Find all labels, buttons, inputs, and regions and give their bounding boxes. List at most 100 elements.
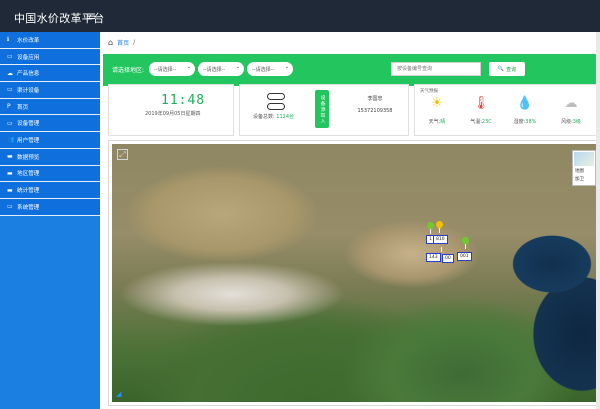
weather-label: 风级:	[561, 119, 573, 125]
monitor-icon: ▭	[7, 203, 13, 211]
select-value: --请选择--	[154, 66, 177, 73]
breadcrumb-home[interactable]: 首页	[117, 38, 129, 47]
weather-item-wind: ☁ 风级:3级	[553, 95, 589, 125]
weather-title: 天气预报	[420, 89, 438, 94]
marker-stem	[441, 247, 442, 252]
device-count: 设备总数: 1124台	[253, 113, 294, 120]
sidebar-item-label: 用户管理	[17, 137, 40, 144]
main-content: ⌂ 首页 / 请选择地区: --请选择-- ⌄ --请选择-- ⌄ --请选择-- ⌄…	[100, 32, 600, 409]
clock-time: 11:48	[161, 93, 206, 108]
search-icon: 🔍	[497, 66, 505, 72]
weather-value: 晴	[440, 119, 446, 125]
sidebar-item-label: 设备应用	[17, 54, 40, 61]
sidebar-item-label: 统计管理	[17, 188, 40, 195]
weather-item-temperature: 🌡 气温:23C	[463, 95, 499, 125]
device-search-input[interactable]: 按设备编号查询	[391, 62, 481, 76]
sidebar-item-label: 设备管理	[17, 121, 40, 128]
fullscreen-icon[interactable]: ⤢	[117, 149, 128, 160]
satellite-type-label[interactable]: 加卫	[573, 175, 595, 183]
region-label: 请选择地区:	[112, 67, 145, 74]
filter-bar: 请选择地区: --请选择-- ⌄ --请选择-- ⌄ --请选择-- ⌄ 按设备编号查…	[103, 54, 600, 86]
sidebar-item-data-preview[interactable]: ▬ 数据预览	[0, 148, 100, 166]
marker-label[interactable]: 00	[442, 254, 454, 263]
breadcrumb: ⌂ 首页 /	[108, 38, 135, 47]
sidebar: ℹ 水价改革 ▭ 设备应用 ☁ 产品信息 ▭ 渠计设备 P 首页 ▭ 设备管理 👥 用户管理 …	[0, 32, 100, 409]
p-icon: P	[7, 103, 11, 111]
select-value: --请选择--	[252, 66, 275, 73]
weather-value: 3级	[572, 119, 581, 125]
breadcrumb-separator: /	[133, 39, 136, 46]
marker-label[interactable]: 143	[426, 253, 441, 262]
weather-value: 38%	[525, 119, 537, 125]
sidebar-item-water-reform[interactable]: ℹ 水价改革	[0, 32, 100, 49]
wind-icon: ☁	[564, 96, 578, 111]
sidebar-item-product-info[interactable]: ☁ 产品信息	[0, 65, 100, 83]
map-type-switch[interactable]: 地图 加卫	[572, 150, 596, 186]
map-thumbnail	[574, 152, 594, 166]
sidebar-item-label: 渠计设备	[17, 87, 40, 94]
district-select[interactable]: --请选择-- ⌄	[247, 62, 293, 76]
humidity-icon: 💧	[516, 96, 534, 111]
marker-label[interactable]: 810	[433, 235, 448, 244]
search-button-label: 查询	[506, 66, 517, 73]
marker-label[interactable]: 001	[457, 252, 472, 261]
device-count-value: 1124台	[276, 114, 295, 120]
hamburger-icon[interactable]: ≡	[86, 9, 96, 23]
marker-stem	[465, 244, 466, 249]
weather-label: 湿度:	[513, 119, 526, 125]
weather-panel: 天气预报 ☀ 天气:晴 🌡 气温:23C 💧 湿度:38% ☁ 风级:3级	[414, 84, 600, 136]
sidebar-item-device-apps[interactable]: ▭ 设备应用	[0, 48, 100, 66]
contact-phone: 15372109358	[357, 108, 393, 114]
monitor-icon: ▭	[7, 86, 13, 94]
sidebar-item-label: 系统管理	[17, 204, 40, 211]
sidebar-item-label: 首页	[17, 104, 29, 111]
folder-icon: ▬	[7, 169, 13, 177]
add-device-button[interactable]: 设备添加入	[315, 90, 329, 128]
marker-stem	[430, 229, 431, 234]
monitor-icon: ▭	[7, 53, 13, 61]
sidebar-item-label: 水价改革	[17, 37, 40, 44]
device-count-label: 设备总数:	[253, 114, 275, 120]
users-icon: 👥	[7, 136, 15, 144]
sidebar-item-label: 数据预览	[17, 154, 40, 161]
map-panel: ⤢ 地图 加卫 1 810 143 00 001 ◢	[108, 140, 600, 406]
weather-item-humidity: 💧 湿度:38%	[507, 95, 543, 125]
weather-label: 天气:	[428, 119, 441, 125]
marker-stem	[439, 228, 440, 233]
satellite-map[interactable]: ⤢ 地图 加卫 1 810 143 00 001 ◢	[112, 144, 596, 402]
city-select[interactable]: --请选择-- ⌄	[198, 62, 244, 76]
sidebar-item-user-management[interactable]: 👥 用户管理	[0, 132, 100, 149]
sidebar-item-metering-devices[interactable]: ▭ 渠计设备	[0, 82, 100, 99]
folder-icon: ▬	[7, 153, 13, 161]
cloud-icon: ☁	[7, 69, 13, 77]
page-scrollbar[interactable]	[596, 32, 600, 409]
sidebar-item-system-management[interactable]: ▭ 系统管理	[0, 198, 100, 216]
map-type-label[interactable]: 地图	[573, 167, 595, 175]
sidebar-item-stats-management[interactable]: ▬ 统计管理	[0, 182, 100, 199]
devices-panel: 设备总数: 1124台 设备添加入 李国忠 15372109358	[239, 84, 409, 136]
weather-item-weather: ☀ 天气:晴	[419, 95, 455, 125]
search-button[interactable]: 🔍 查询	[489, 62, 525, 76]
chevron-down-icon: ⌄	[186, 64, 191, 70]
folder-icon: ▬	[7, 186, 13, 194]
chevron-down-icon: ⌄	[284, 64, 289, 70]
chevron-down-icon: ⌄	[235, 64, 240, 70]
sidebar-item-region-management[interactable]: ▬ 地区管理	[0, 165, 100, 183]
province-select[interactable]: --请选择-- ⌄	[149, 62, 195, 76]
sidebar-item-label: 地区管理	[17, 171, 40, 178]
weather-label: 气温:	[470, 119, 482, 125]
clock-panel: 11:48 2019年09月05日星期四	[108, 84, 234, 136]
home-icon[interactable]: ⌂	[108, 38, 113, 47]
contact-name: 李国忠	[367, 96, 383, 102]
sun-icon: ☀	[431, 96, 443, 111]
thermometer-icon: 🌡	[472, 96, 490, 111]
sidebar-item-label: 产品信息	[17, 71, 40, 78]
weather-value: 23C	[481, 119, 492, 125]
sidebar-item-device-management[interactable]: ▭ 设备管理	[0, 115, 100, 133]
device-icon	[267, 93, 287, 113]
select-value: --请选择--	[203, 66, 226, 73]
sidebar-item-home[interactable]: P 首页	[0, 98, 100, 116]
contact-info: 李国忠 15372109358	[345, 93, 405, 117]
navigation-arrow-icon[interactable]: ◢	[116, 390, 121, 398]
monitor-icon: ▭	[7, 119, 13, 127]
